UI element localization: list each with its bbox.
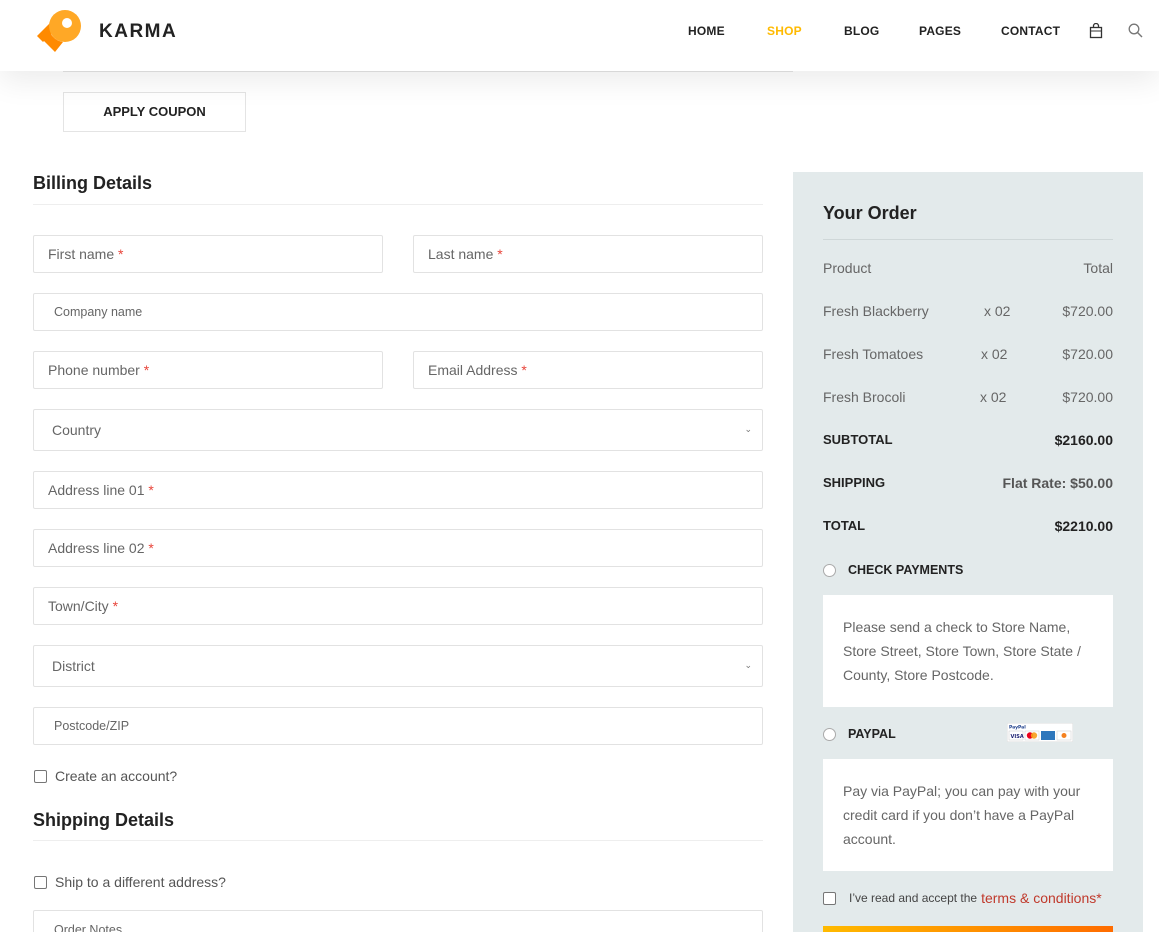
subtotal-value: $2160.00	[1054, 432, 1113, 448]
address-line-1-label: Address line 01 *	[48, 482, 154, 498]
order-item-row: Fresh Blackberry x 02 $720.00	[823, 303, 1113, 321]
check-payments-radio[interactable]	[823, 563, 836, 577]
last-name-label: Last name *	[428, 246, 503, 262]
product-header: Product	[823, 260, 872, 276]
total-header: Total	[1083, 260, 1113, 276]
search-icon[interactable]	[1128, 23, 1143, 38]
terms-text: I’ve read and accept the	[849, 891, 978, 905]
order-item-qty: x 02	[981, 346, 1008, 362]
country-label: Country	[52, 422, 102, 438]
total-value: $2210.00	[1054, 518, 1113, 534]
order-item-total: $720.00	[1062, 303, 1113, 319]
country-select[interactable]: Country ⌄	[33, 409, 763, 451]
nav-blog[interactable]: BLOG	[844, 24, 879, 38]
paypal-label: PAYPAL	[848, 727, 896, 741]
district-select[interactable]: District ⌄	[33, 645, 763, 687]
town-city-field[interactable]: Town/City *	[33, 587, 763, 625]
credit-cards-icon: PayPal VISA	[1007, 723, 1073, 742]
proceed-to-paypal-button[interactable]	[823, 926, 1113, 932]
shipping-divider	[33, 840, 763, 841]
order-notes-field[interactable]: Order Notes	[33, 910, 763, 932]
paypal-option[interactable]: PAYPAL	[823, 727, 896, 741]
email-label: Email Address *	[428, 362, 527, 378]
phone-field[interactable]: Phone number *	[33, 351, 383, 389]
order-item-row: Fresh Brocoli x 02 $720.00	[823, 389, 1113, 407]
order-item-name: Fresh Blackberry	[823, 303, 929, 319]
first-name-field[interactable]: First name *	[33, 235, 383, 273]
ship-different-label: Ship to a different address?	[55, 874, 226, 890]
total-row: TOTAL $2210.00	[823, 518, 1113, 536]
district-label: District	[52, 658, 95, 674]
terms-checkbox[interactable]	[823, 891, 836, 905]
subtotal-row: SUBTOTAL $2160.00	[823, 432, 1113, 450]
order-item-total: $720.00	[1062, 389, 1113, 405]
order-item-total: $720.00	[1062, 346, 1113, 362]
check-payments-option[interactable]: CHECK PAYMENTS	[823, 563, 963, 577]
site-header: KARMA HOME SHOP BLOG PAGES CONTACT	[0, 0, 1159, 71]
coupon-divider	[63, 71, 793, 72]
cart-icon[interactable]	[1089, 23, 1103, 39]
nav-contact[interactable]: CONTACT	[1001, 24, 1060, 38]
paypal-radio[interactable]	[823, 727, 836, 741]
address-line-2-label: Address line 02 *	[48, 540, 154, 556]
billing-divider	[33, 204, 763, 205]
order-summary: Your Order Product Total Fresh Blackberr…	[793, 172, 1143, 932]
chevron-down-icon: ⌄	[744, 660, 752, 670]
create-account-label: Create an account?	[55, 768, 178, 784]
first-name-label: First name *	[48, 246, 124, 262]
email-field[interactable]: Email Address *	[413, 351, 763, 389]
total-label: TOTAL	[823, 518, 866, 533]
nav-pages[interactable]: PAGES	[919, 24, 961, 38]
ship-different-checkbox[interactable]	[34, 875, 47, 889]
shipping-value: Flat Rate: $50.00	[1002, 475, 1114, 491]
order-item-name: Fresh Brocoli	[823, 389, 906, 405]
shipping-title: Shipping Details	[33, 810, 175, 830]
main-nav: HOME SHOP BLOG PAGES CONTACT	[0, 24, 1159, 38]
address-line-1-field[interactable]: Address line 01 *	[33, 471, 763, 509]
shipping-row: SHIPPING Flat Rate: $50.00	[823, 475, 1113, 493]
phone-label: Phone number *	[48, 362, 150, 378]
company-name-label: Company name	[54, 305, 143, 319]
terms-row: I’ve read and accept the terms & conditi…	[823, 890, 1102, 906]
terms-link[interactable]: terms & conditions*	[981, 890, 1102, 906]
town-city-label: Town/City *	[48, 598, 119, 614]
postcode-label: Postcode/ZIP	[54, 719, 130, 733]
postcode-field[interactable]: Postcode/ZIP	[33, 707, 763, 745]
order-notes-label: Order Notes	[54, 923, 123, 932]
order-divider	[823, 239, 1113, 240]
subtotal-label: SUBTOTAL	[823, 432, 893, 447]
ship-different-row: Ship to a different address?	[33, 874, 226, 890]
svg-text:PayPal: PayPal	[1009, 725, 1026, 731]
shipping-label: SHIPPING	[823, 475, 886, 490]
svg-text:VISA: VISA	[1011, 734, 1024, 740]
check-payments-label: CHECK PAYMENTS	[848, 563, 964, 577]
last-name-field[interactable]: Last name *	[413, 235, 763, 273]
chevron-down-icon: ⌄	[744, 424, 752, 434]
order-item-name: Fresh Tomatoes	[823, 346, 924, 362]
apply-coupon-button[interactable]: APPLY COUPON	[63, 92, 246, 132]
order-header-row: Product Total	[823, 260, 1113, 278]
nav-shop[interactable]: SHOP	[767, 24, 802, 38]
paypal-description: Pay via PayPal; you can pay with your cr…	[823, 759, 1113, 871]
order-item-qty: x 02	[980, 389, 1007, 405]
check-payments-description: Please send a check to Store Name, Store…	[823, 595, 1113, 707]
create-account-checkbox[interactable]	[34, 769, 47, 783]
company-name-field[interactable]: Company name	[33, 293, 763, 331]
order-item-row: Fresh Tomatoes x 02 $720.00	[823, 346, 1113, 364]
create-account-row: Create an account?	[33, 768, 177, 784]
order-title: Your Order	[823, 203, 917, 223]
address-line-2-field[interactable]: Address line 02 *	[33, 529, 763, 567]
billing-title: Billing Details	[33, 173, 153, 193]
nav-home[interactable]: HOME	[688, 24, 725, 38]
order-item-qty: x 02	[984, 303, 1011, 319]
